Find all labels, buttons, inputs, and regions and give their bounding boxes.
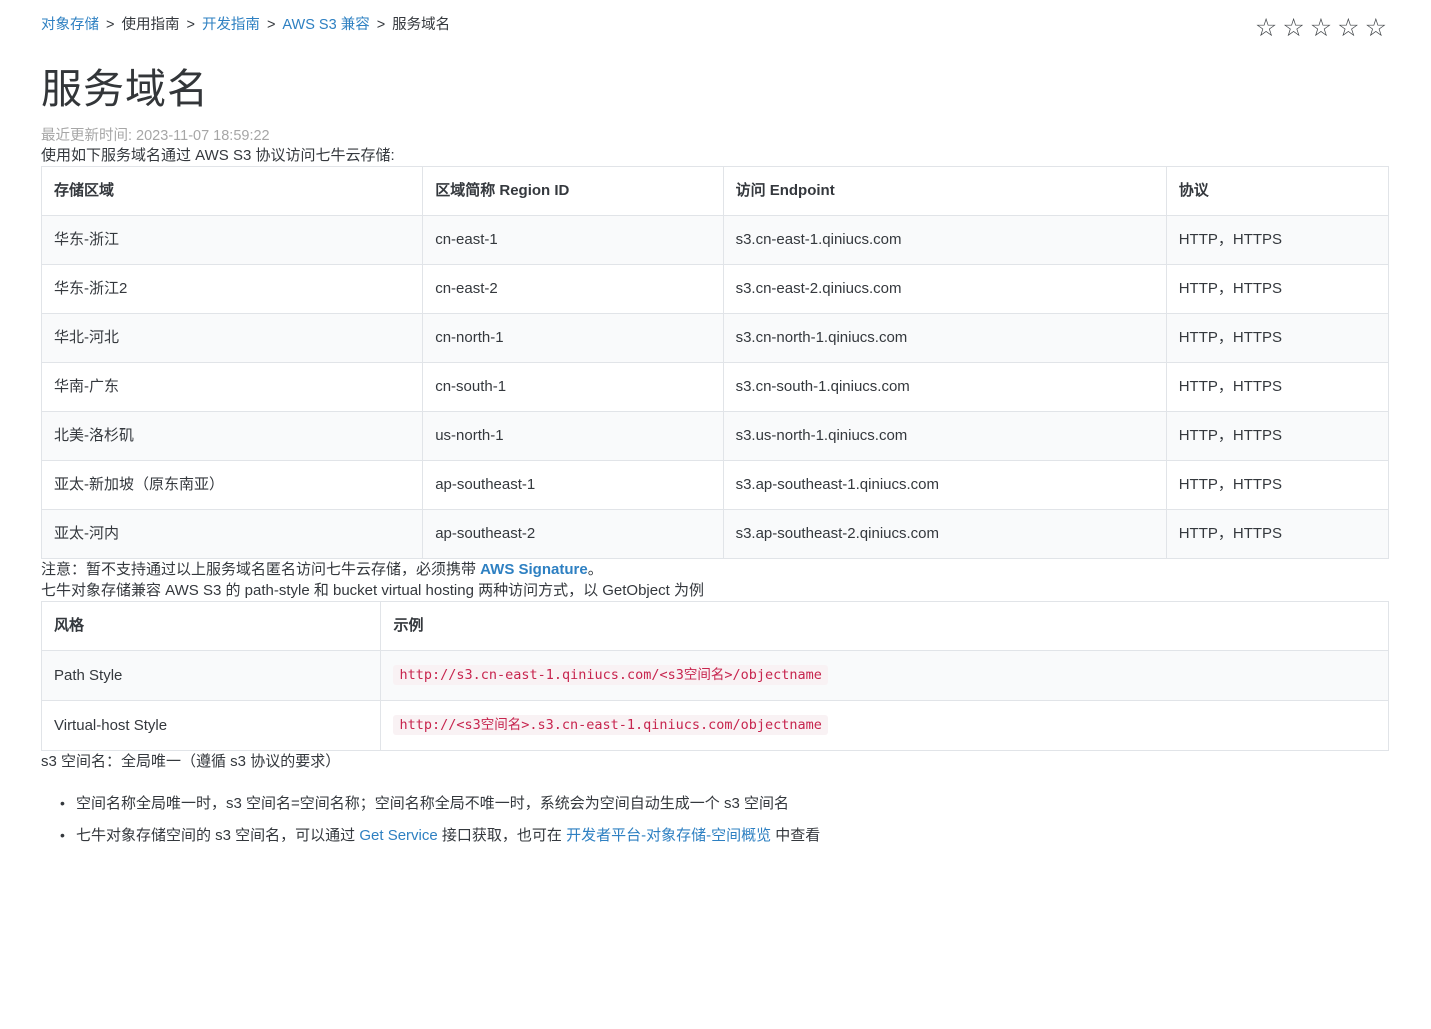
page-title: 服务域名 <box>41 66 209 112</box>
note-suffix: 。 <box>587 561 603 578</box>
endpoint-cell: s3.ap-southeast-2.qiniucs.com <box>722 509 1167 559</box>
table-row: 北美-洛杉矶 us-north-1 s3.us-north-1.qiniucs.… <box>40 411 1390 461</box>
region-cell: 华南-广东 <box>40 362 424 412</box>
endpoint-cell: s3.cn-east-1.qiniucs.com <box>722 215 1167 265</box>
breadcrumb-link-dev-guide[interactable]: 开发指南 <box>202 17 260 33</box>
star-icon[interactable]: ☆ <box>1337 16 1359 41</box>
table-row: Virtual-host Style http://<s3空间名>.s3.cn-… <box>40 700 1389 751</box>
regions-table-header-row: 存储区域 区域简称 Region ID 访问 Endpoint 协议 <box>40 166 1390 216</box>
notes-list: 空间名称全局唯一时，s3 空间名=空间名称；空间名称全局不唯一时，系统会为空间自… <box>41 793 1389 846</box>
protocol-cell: HTTP，HTTPS <box>1165 362 1390 412</box>
list-item: 七牛对象存储空间的 s3 空间名，可以通过 Get Service 接口获取，也… <box>60 825 1389 846</box>
style-example-cell: http://<s3空间名>.s3.cn-east-1.qiniucs.com/… <box>380 700 1389 751</box>
protocol-cell: HTTP，HTTPS <box>1165 411 1390 461</box>
list-item: 空间名称全局唯一时，s3 空间名=空间名称；空间名称全局不唯一时，系统会为空间自… <box>60 793 1389 814</box>
region-cell: 华北-河北 <box>40 313 424 363</box>
aws-signature-link[interactable]: AWS Signature <box>480 561 588 578</box>
region-id-cell: cn-south-1 <box>422 362 724 412</box>
region-cell: 华东-浙江 <box>40 215 424 265</box>
breadcrumb: 对象存储 > 使用指南 > 开发指南 > AWS S3 兼容 > 服务域名 <box>41 14 450 36</box>
protocol-cell: HTTP，HTTPS <box>1165 264 1390 314</box>
endpoint-cell: s3.cn-east-2.qiniucs.com <box>722 264 1167 314</box>
endpoint-cell: s3.cn-south-1.qiniucs.com <box>722 362 1167 412</box>
breadcrumb-item-user-guide: 使用指南 <box>121 17 180 33</box>
breadcrumb-link-aws-s3-compat[interactable]: AWS S3 兼容 <box>282 17 369 33</box>
star-icon[interactable]: ☆ <box>1365 16 1387 41</box>
table-row: 亚太-新加坡（原东南亚） ap-southeast-1 s3.ap-southe… <box>40 460 1390 510</box>
region-cell: 亚太-河内 <box>40 509 424 559</box>
region-id-cell: cn-east-2 <box>422 264 724 314</box>
table-row: 华南-广东 cn-south-1 s3.cn-south-1.qiniucs.c… <box>40 362 1390 412</box>
region-id-cell: cn-north-1 <box>422 313 724 363</box>
star-icon[interactable]: ☆ <box>1255 16 1277 41</box>
column-header-region: 存储区域 <box>40 166 424 216</box>
signature-note: 注意：暂不支持通过以上服务域名匿名访问七牛云存储，必须携带 AWS Signat… <box>41 559 1389 580</box>
note-text: 注意：暂不支持通过以上服务域名匿名访问七牛云存储，必须携带 <box>41 561 481 578</box>
region-id-cell: us-north-1 <box>422 411 724 461</box>
breadcrumb-link-object-storage[interactable]: 对象存储 <box>41 17 99 33</box>
style-example-cell: http://s3.cn-east-1.qiniucs.com/<s3空间名>/… <box>380 650 1389 701</box>
updated-timestamp: 最近更新时间: 2023-11-07 18:59:22 <box>41 128 270 144</box>
star-icon[interactable]: ☆ <box>1282 16 1304 41</box>
bullet-text: 七牛对象存储空间的 s3 空间名，可以通过 <box>76 827 360 844</box>
topbar: 对象存储 > 使用指南 > 开发指南 > AWS S3 兼容 > 服务域名 ☆ ☆ ☆ ☆ ☆ <box>41 14 1389 41</box>
breadcrumb-separator: > <box>376 17 386 33</box>
protocol-cell: HTTP，HTTPS <box>1165 509 1390 559</box>
intro-paragraph: 使用如下服务域名通过 AWS S3 协议访问七牛云存储: <box>41 147 395 164</box>
breadcrumb-separator: > <box>266 17 276 33</box>
table-row: Path Style http://s3.cn-east-1.qiniucs.c… <box>40 650 1389 701</box>
url-code-snippet: http://s3.cn-east-1.qiniucs.com/<s3空间名>/… <box>393 665 828 685</box>
bullet-text: 中查看 <box>771 827 821 844</box>
style-name-cell: Virtual-host Style <box>40 700 382 751</box>
bullet-text: 接口获取，也可在 <box>437 827 567 844</box>
region-id-cell: ap-southeast-1 <box>422 460 724 510</box>
breadcrumb-item-current-page: 服务域名 <box>392 17 451 33</box>
portal-bucket-overview-link[interactable]: 开发者平台-对象存储-空间概览 <box>566 827 771 844</box>
region-cell: 亚太-新加坡（原东南亚） <box>40 460 424 510</box>
region-id-cell: ap-southeast-2 <box>422 509 724 559</box>
get-service-link[interactable]: Get Service <box>359 827 437 844</box>
column-header-endpoint: 访问 Endpoint <box>722 166 1167 216</box>
endpoint-cell: s3.cn-north-1.qiniucs.com <box>722 313 1167 363</box>
column-header-example: 示例 <box>380 601 1389 651</box>
column-header-style: 风格 <box>40 601 382 651</box>
table-row: 华东-浙江 cn-east-1 s3.cn-east-1.qiniucs.com… <box>40 215 1390 265</box>
table-row: 华北-河北 cn-north-1 s3.cn-north-1.qiniucs.c… <box>40 313 1390 363</box>
styles-table: 风格 示例 Path Style http://s3.cn-east-1.qin… <box>40 601 1389 751</box>
region-cell: 华东-浙江2 <box>40 264 424 314</box>
column-header-protocol: 协议 <box>1165 166 1390 216</box>
endpoint-cell: s3.us-north-1.qiniucs.com <box>722 411 1167 461</box>
protocol-cell: HTTP，HTTPS <box>1165 313 1390 363</box>
breadcrumb-separator: > <box>106 17 115 33</box>
bullet-text: 空间名称全局唯一时，s3 空间名=空间名称；空间名称全局不唯一时，系统会为空间自… <box>76 795 789 812</box>
styles-intro-paragraph: 七牛对象存储兼容 AWS S3 的 path-style 和 bucket vi… <box>41 582 704 599</box>
doc-page: 对象存储 > 使用指南 > 开发指南 > AWS S3 兼容 > 服务域名 ☆ ☆ ☆ ☆ ☆ … <box>0 0 1431 1029</box>
breadcrumb-separator: > <box>186 17 195 33</box>
protocol-cell: HTTP，HTTPS <box>1165 460 1390 510</box>
region-id-cell: cn-east-1 <box>422 215 724 265</box>
url-code-snippet: http://<s3空间名>.s3.cn-east-1.qiniucs.com/… <box>393 715 828 735</box>
rating-stars: ☆ ☆ ☆ ☆ ☆ <box>1255 14 1389 41</box>
table-row: 亚太-河内 ap-southeast-2 s3.ap-southeast-2.q… <box>40 509 1390 559</box>
protocol-cell: HTTP，HTTPS <box>1165 215 1390 265</box>
endpoint-cell: s3.ap-southeast-1.qiniucs.com <box>722 460 1167 510</box>
star-icon[interactable]: ☆ <box>1310 16 1332 41</box>
s3-name-note: s3 空间名：全局唯一（遵循 s3 协议的要求） <box>41 753 341 770</box>
style-name-cell: Path Style <box>40 650 382 701</box>
column-header-region-id: 区域简称 Region ID <box>422 166 724 216</box>
table-row: 华东-浙江2 cn-east-2 s3.cn-east-2.qiniucs.co… <box>40 264 1390 314</box>
regions-table: 存储区域 区域简称 Region ID 访问 Endpoint 协议 华东-浙江… <box>40 166 1390 559</box>
styles-table-header-row: 风格 示例 <box>40 601 1389 651</box>
region-cell: 北美-洛杉矶 <box>40 411 424 461</box>
